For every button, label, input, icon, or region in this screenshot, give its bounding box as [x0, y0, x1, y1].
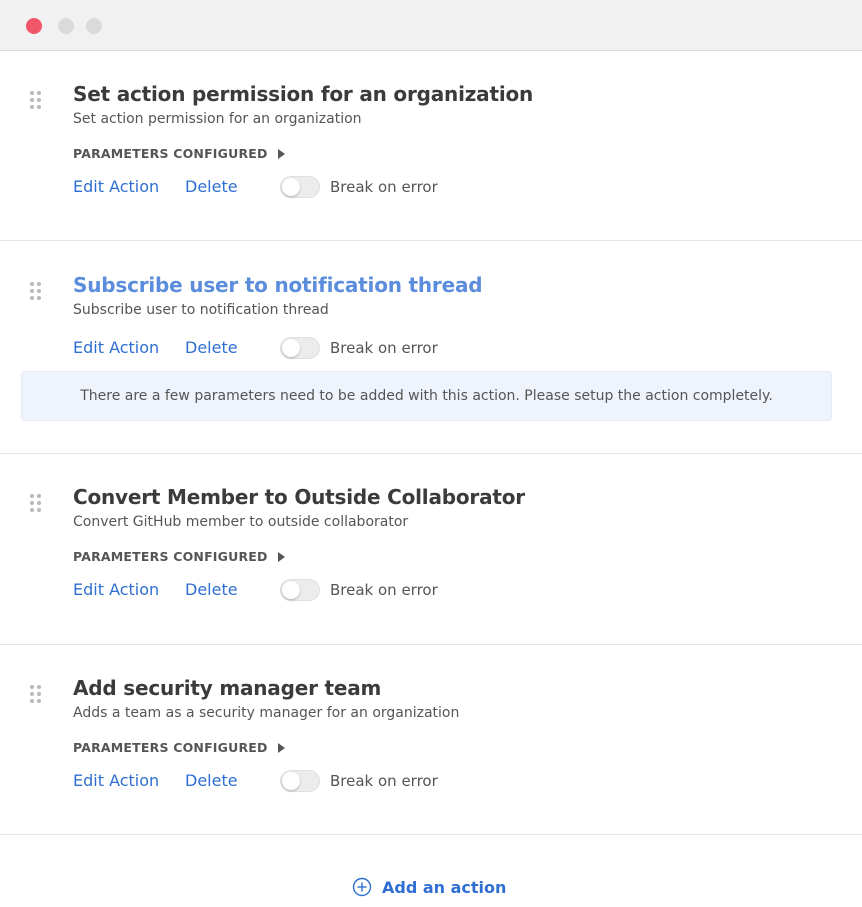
toggle-knob: [282, 772, 300, 790]
parameters-configured-label: PARAMETERS CONFIGURED: [73, 146, 268, 161]
action-title: Convert Member to Outside Collaborator: [73, 485, 525, 509]
parameters-configured-toggle[interactable]: PARAMETERS CONFIGURED: [73, 146, 285, 161]
parameters-configured-label: PARAMETERS CONFIGURED: [73, 740, 268, 755]
incomplete-parameters-notice: There are a few parameters need to be ad…: [21, 371, 832, 421]
close-window-button[interactable]: [26, 18, 42, 34]
window-titlebar: [0, 0, 862, 51]
edit-action-link[interactable]: Edit Action: [73, 771, 159, 790]
drag-handle-icon[interactable]: [30, 91, 42, 111]
divider: [0, 644, 862, 645]
drag-handle-icon[interactable]: [30, 494, 42, 514]
add-action-button[interactable]: Add an action: [352, 877, 506, 897]
action-description: Set action permission for an organizatio…: [73, 111, 362, 127]
delete-action-link[interactable]: Delete: [185, 580, 238, 599]
divider: [0, 453, 862, 454]
toggle-knob: [282, 581, 300, 599]
delete-action-link[interactable]: Delete: [185, 771, 238, 790]
edit-action-link[interactable]: Edit Action: [73, 580, 159, 599]
delete-action-link[interactable]: Delete: [185, 338, 238, 357]
divider: [0, 240, 862, 241]
break-on-error-label: Break on error: [330, 772, 438, 790]
break-on-error-toggle[interactable]: [280, 337, 320, 359]
action-title[interactable]: Subscribe user to notification thread: [73, 273, 483, 297]
break-on-error-label: Break on error: [330, 339, 438, 357]
drag-handle-icon[interactable]: [30, 685, 42, 705]
toggle-knob: [282, 178, 300, 196]
action-title: Add security manager team: [73, 676, 382, 700]
maximize-window-button[interactable]: [86, 18, 102, 34]
action-description: Adds a team as a security manager for an…: [73, 705, 460, 721]
drag-handle-icon[interactable]: [30, 282, 42, 302]
parameters-configured-toggle[interactable]: PARAMETERS CONFIGURED: [73, 549, 285, 564]
plus-circle-icon: [352, 877, 372, 897]
caret-right-icon: [277, 148, 285, 159]
break-on-error-toggle[interactable]: [280, 770, 320, 792]
parameters-configured-label: PARAMETERS CONFIGURED: [73, 549, 268, 564]
action-description: Convert GitHub member to outside collabo…: [73, 514, 409, 530]
break-on-error-label: Break on error: [330, 178, 438, 196]
delete-action-link[interactable]: Delete: [185, 177, 238, 196]
edit-action-link[interactable]: Edit Action: [73, 338, 159, 357]
edit-action-link[interactable]: Edit Action: [73, 177, 159, 196]
divider: [0, 834, 862, 835]
break-on-error-toggle[interactable]: [280, 176, 320, 198]
break-on-error-label: Break on error: [330, 581, 438, 599]
minimize-window-button[interactable]: [58, 18, 74, 34]
caret-right-icon: [277, 742, 285, 753]
action-title: Set action permission for an organizatio…: [73, 82, 534, 106]
break-on-error-toggle[interactable]: [280, 579, 320, 601]
add-action-label: Add an action: [382, 877, 507, 897]
caret-right-icon: [277, 551, 285, 562]
parameters-configured-toggle[interactable]: PARAMETERS CONFIGURED: [73, 740, 285, 755]
toggle-knob: [282, 339, 300, 357]
action-description: Subscribe user to notification thread: [73, 302, 329, 318]
